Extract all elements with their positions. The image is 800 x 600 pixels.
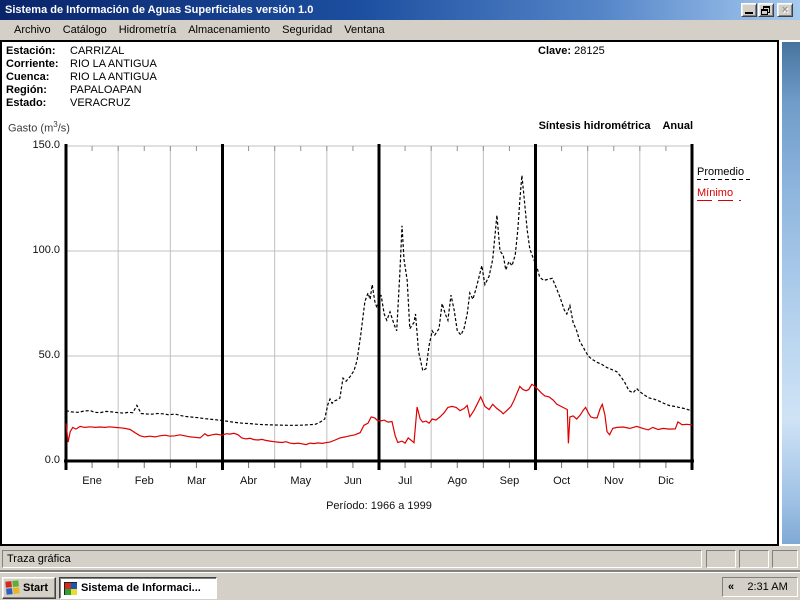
chart-mode-anual: Anual (662, 120, 693, 132)
chart-legend: Promedio Mínimo (697, 166, 753, 208)
window-title: Sistema de Información de Aguas Superfic… (5, 4, 314, 16)
restore-button[interactable] (758, 3, 774, 17)
taskbar: Start Sistema de Informaci... « 2:31 AM (0, 572, 800, 600)
chart-canvas (64, 144, 694, 470)
minimize-icon (745, 12, 753, 14)
status-bar: Traza gráfica (0, 546, 800, 572)
station-info: Estación: CARRIZAL Corriente: RIO LA ANTIGU… (6, 45, 157, 110)
station-row: Región: PAPALOAPAN (6, 84, 142, 96)
y-tick-label: 100.0 (32, 244, 60, 256)
legend-label-promedio: Promedio (697, 166, 745, 178)
legend-label-minimo: Mínimo (697, 187, 734, 199)
month-label-jun: Jun (344, 475, 362, 487)
app-icon (64, 581, 77, 595)
menu-item-almacenamiento[interactable]: Almacenamiento (182, 22, 276, 38)
system-tray: « 2:31 AM (722, 577, 798, 597)
status-panel (772, 550, 798, 568)
legend-dashed-line-sample (697, 179, 753, 181)
windows-logo-icon (5, 580, 20, 595)
minimize-button[interactable] (741, 3, 757, 17)
month-label-may: May (290, 475, 312, 487)
menu-bar: Archivo Catálogo Hidrometría Almacenamiento… (0, 20, 800, 40)
task-label: Sistema de Informaci... (81, 582, 201, 594)
y-tick-label: 0.0 (44, 454, 60, 466)
start-button[interactable]: Start (2, 577, 56, 599)
x-axis-month-labels: Ene Feb Mar Abr May Jun Jul Ago Sep Oct Nov Dic (66, 475, 692, 487)
status-panel (706, 550, 736, 568)
period-label: Período: 1966 a 1999 (326, 500, 432, 512)
y-tick-label: 150.0 (32, 139, 60, 151)
screen: Sistema de Información de Aguas Superfic… (0, 0, 800, 600)
month-label-abr: Abr (240, 475, 258, 487)
y-tick-label: 50.0 (38, 349, 60, 361)
right-edge-strip (782, 42, 800, 544)
month-label-ago: Ago (447, 475, 468, 487)
status-message: Traza gráfica (2, 550, 702, 568)
station-clave: Clave: 28125 (538, 45, 605, 57)
y-axis-title: Gasto (m3/s) (8, 120, 70, 135)
taskbar-task-button[interactable]: Sistema de Informaci... (59, 577, 217, 599)
clave-value: 28125 (574, 45, 605, 57)
month-label-sep: Sep (499, 475, 520, 487)
menu-item-hidrometria[interactable]: Hidrometría (113, 22, 182, 38)
right-gutter (779, 40, 800, 546)
close-icon: × (781, 4, 789, 16)
legend-entry-minimo: Mínimo (697, 187, 753, 202)
station-row: Estación: CARRIZAL (6, 45, 125, 57)
chart-title: Síntesis hidrométrica Anual (538, 120, 693, 132)
menu-item-ventana[interactable]: Ventana (338, 22, 390, 38)
menu-item-catalogo[interactable]: Catálogo (57, 22, 113, 38)
taskbar-clock: 2:31 AM (747, 581, 788, 593)
clave-label: Clave: (538, 45, 572, 57)
menu-item-seguridad[interactable]: Seguridad (276, 22, 338, 38)
month-label-ene: Ene (82, 475, 102, 487)
station-row: Estado: VERACRUZ (6, 97, 131, 109)
month-label-jul: Jul (398, 475, 413, 487)
menu-item-archivo[interactable]: Archivo (8, 22, 57, 38)
tray-chevron-icon[interactable]: « (723, 581, 738, 593)
month-label-oct: Oct (553, 475, 571, 487)
month-label-dic: Dic (658, 475, 674, 487)
close-button[interactable]: × (777, 3, 793, 17)
start-label: Start (23, 582, 49, 594)
document-area: Estación: CARRIZAL Corriente: RIO LA ANTIGU… (0, 40, 779, 546)
month-label-mar: Mar (186, 475, 206, 487)
station-row: Corriente: RIO LA ANTIGUA (6, 58, 157, 70)
legend-solid-line-sample (697, 200, 741, 202)
month-label-feb: Feb (134, 475, 154, 487)
status-panel (739, 550, 769, 568)
station-row: Cuenca: RIO LA ANTIGUA (6, 71, 157, 83)
month-label-nov: Nov (604, 475, 624, 487)
title-bar: Sistema de Información de Aguas Superfic… (0, 0, 800, 20)
legend-entry-promedio: Promedio (697, 166, 753, 181)
